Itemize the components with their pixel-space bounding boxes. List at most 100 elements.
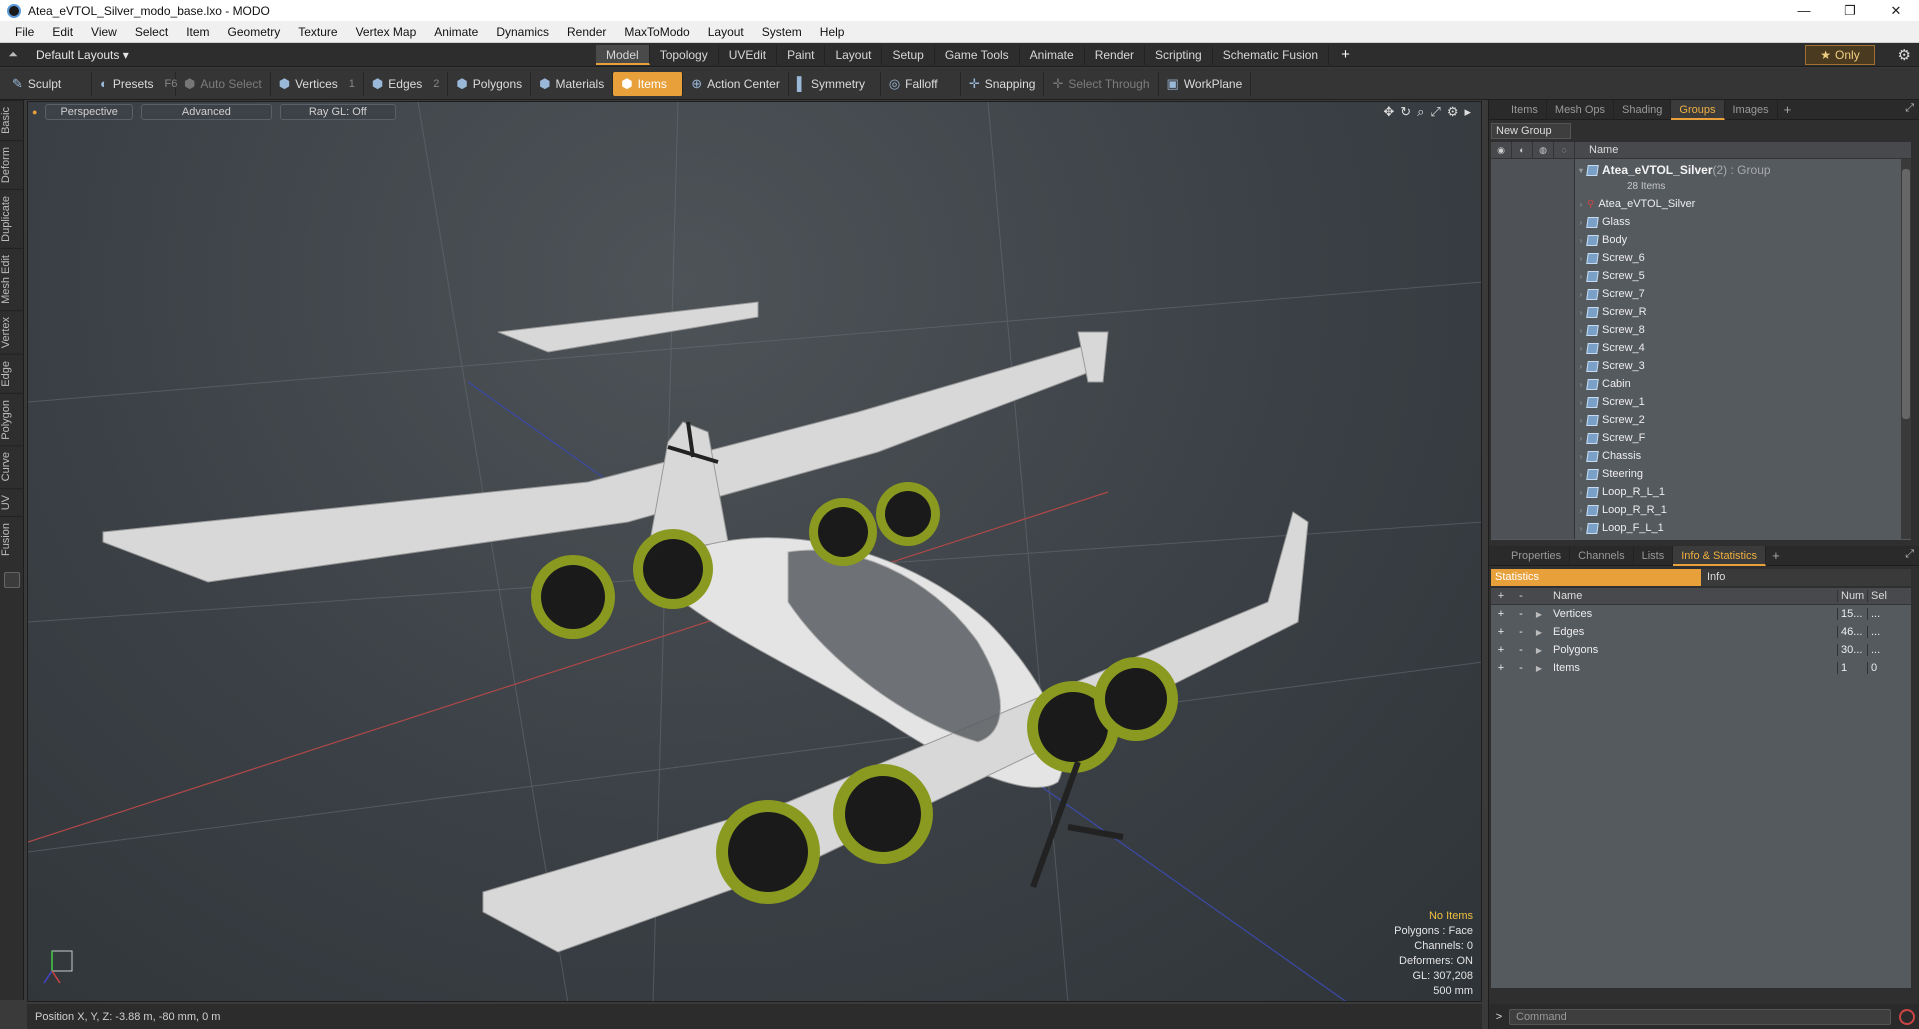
table-row[interactable]: + - ▶ Vertices 15... ...: [1491, 605, 1911, 623]
falloff-button[interactable]: ◎ Falloff: [881, 71, 961, 96]
tab-uvedit[interactable]: UVEdit: [719, 44, 778, 65]
menu-layout[interactable]: Layout: [699, 25, 753, 39]
add-panel-tab-icon[interactable]: +: [1772, 548, 1780, 563]
presets-button[interactable]: ◐ Presets F6: [92, 71, 177, 96]
polygons-button[interactable]: ⬢ Polygons: [448, 71, 532, 96]
list-item[interactable]: › Glass: [1575, 213, 1895, 231]
menu-help[interactable]: Help: [811, 25, 854, 39]
remove-icon[interactable]: -: [1511, 644, 1531, 656]
list-item[interactable]: › Loop_R_R_1: [1575, 501, 1895, 519]
zoom-icon[interactable]: ⌕: [1417, 104, 1424, 120]
add-tab-icon[interactable]: +: [1341, 46, 1350, 63]
add-icon[interactable]: +: [1491, 608, 1511, 620]
list-item[interactable]: › Screw_6: [1575, 249, 1895, 267]
statistics-subtab[interactable]: Statistics: [1491, 569, 1701, 586]
vtab-edge[interactable]: Edge: [0, 353, 24, 393]
list-item[interactable]: › Screw_5: [1575, 267, 1895, 285]
expand-arrow-icon[interactable]: ▶: [1531, 664, 1547, 673]
vtab-duplicate[interactable]: Duplicate: [0, 188, 24, 248]
group-row[interactable]: ▾ Atea_eVTOL_Silver (2) : Group: [1575, 161, 1895, 179]
action-center-button[interactable]: ⊕ Action Center: [683, 71, 789, 96]
expand-icon[interactable]: ⤢: [1905, 102, 1914, 115]
pan-icon[interactable]: ✥: [1383, 104, 1394, 120]
symmetry-button[interactable]: ▌ Symmetry: [789, 71, 881, 96]
list-item[interactable]: › Screw_R: [1575, 303, 1895, 321]
materials-button[interactable]: ⬢ Materials: [531, 71, 614, 96]
list-item[interactable]: › Screw_F: [1575, 429, 1895, 447]
table-row[interactable]: + - ▶ Edges 46... ...: [1491, 623, 1911, 641]
list-item[interactable]: › Chassis: [1575, 447, 1895, 465]
edges-button[interactable]: ⬢ Edges 2: [364, 71, 449, 96]
groups-scrollbar[interactable]: [1901, 159, 1911, 539]
menu-file[interactable]: File: [6, 25, 43, 39]
tab-lists[interactable]: Lists: [1634, 545, 1674, 566]
snapping-button[interactable]: ✛ Snapping: [961, 71, 1045, 96]
layout-toggle-icon[interactable]: ⏶: [4, 47, 22, 62]
collapse-arrow-icon[interactable]: ▾: [1575, 166, 1587, 175]
list-item[interactable]: › Loop_F_L_1: [1575, 519, 1895, 537]
menu-maxtomodo[interactable]: MaxToModo: [615, 25, 698, 39]
tab-model[interactable]: Model: [596, 44, 650, 65]
tab-setup[interactable]: Setup: [882, 44, 935, 65]
add-icon[interactable]: +: [1491, 626, 1511, 638]
vtab-basic[interactable]: Basic: [0, 100, 24, 140]
workplane-button[interactable]: ▣ WorkPlane: [1159, 71, 1252, 96]
vtab-vertex[interactable]: Vertex: [0, 309, 24, 354]
list-item[interactable]: › Screw_3: [1575, 357, 1895, 375]
list-item[interactable]: › Screw_7: [1575, 285, 1895, 303]
remove-icon[interactable]: -: [1511, 608, 1531, 620]
vtab-curve[interactable]: Curve: [0, 445, 24, 488]
tab-animate[interactable]: Animate: [1020, 44, 1085, 65]
vtab-uv[interactable]: UV: [0, 487, 24, 517]
panel-toggle-icon[interactable]: [3, 572, 20, 589]
vtab-deform[interactable]: Deform: [0, 139, 24, 189]
tab-game-tools[interactable]: Game Tools: [935, 44, 1020, 65]
rotate-icon[interactable]: ↻: [1400, 104, 1411, 120]
menu-geometry[interactable]: Geometry: [219, 25, 290, 39]
info-subtab[interactable]: Info: [1701, 569, 1911, 586]
menu-view[interactable]: View: [82, 25, 126, 39]
list-item[interactable]: › Steering: [1575, 465, 1895, 483]
tab-render[interactable]: Render: [1085, 44, 1146, 65]
menu-select[interactable]: Select: [126, 25, 177, 39]
command-input[interactable]: Command: [1509, 1008, 1891, 1025]
list-item[interactable]: › Screw_2: [1575, 411, 1895, 429]
table-row[interactable]: + - ▶ Items 1 0: [1491, 659, 1911, 677]
add-panel-tab-icon[interactable]: +: [1784, 102, 1792, 117]
items-button[interactable]: ⬢ Items: [613, 71, 684, 96]
list-item[interactable]: › Screw_4: [1575, 339, 1895, 357]
only-toggle[interactable]: ★ Only: [1805, 45, 1875, 65]
tab-paint[interactable]: Paint: [777, 44, 826, 65]
list-item[interactable]: › Loop_R_L_1: [1575, 483, 1895, 501]
tab-channels[interactable]: Channels: [1570, 545, 1634, 566]
vertices-button[interactable]: ⬢ Vertices 1: [271, 71, 364, 96]
menu-animate[interactable]: Animate: [425, 25, 487, 39]
tab-images[interactable]: Images: [1725, 99, 1778, 120]
menu-dynamics[interactable]: Dynamics: [487, 25, 558, 39]
select-through-button[interactable]: ✛ Select Through: [1044, 71, 1159, 96]
scrollbar-thumb[interactable]: [1902, 169, 1910, 419]
shading-button[interactable]: Advanced: [140, 104, 272, 120]
stop-icon[interactable]: [1899, 1008, 1915, 1025]
add-icon[interactable]: +: [1491, 644, 1511, 656]
expand-arrow-icon[interactable]: ▶: [1531, 610, 1547, 619]
view-type-button[interactable]: Perspective: [45, 104, 133, 120]
sculpt-button[interactable]: ✎ Sculpt: [4, 71, 92, 96]
list-item[interactable]: › Screw_8: [1575, 321, 1895, 339]
list-item[interactable]: › Screw_1: [1575, 393, 1895, 411]
layout-selector[interactable]: Default Layouts ▾: [36, 48, 596, 62]
tab-items[interactable]: Items: [1503, 99, 1547, 120]
viewport-expand-icon[interactable]: ▸: [1464, 104, 1471, 120]
new-group-button[interactable]: New Group: [1491, 123, 1571, 139]
maximize-button[interactable]: ❐: [1827, 3, 1873, 19]
vtab-polygon[interactable]: Polygon: [0, 392, 24, 446]
raygl-button[interactable]: Ray GL: Off: [279, 104, 396, 120]
gear-icon[interactable]: ⚙: [1898, 46, 1911, 64]
list-item[interactable]: › Body: [1575, 231, 1895, 249]
minimize-button[interactable]: —: [1781, 3, 1827, 19]
remove-icon[interactable]: -: [1511, 626, 1531, 638]
tab-groups[interactable]: Groups: [1671, 99, 1725, 120]
remove-icon[interactable]: -: [1511, 662, 1531, 674]
table-row[interactable]: + - ▶ Polygons 30... ...: [1491, 641, 1911, 659]
tab-properties[interactable]: Properties: [1503, 545, 1571, 566]
